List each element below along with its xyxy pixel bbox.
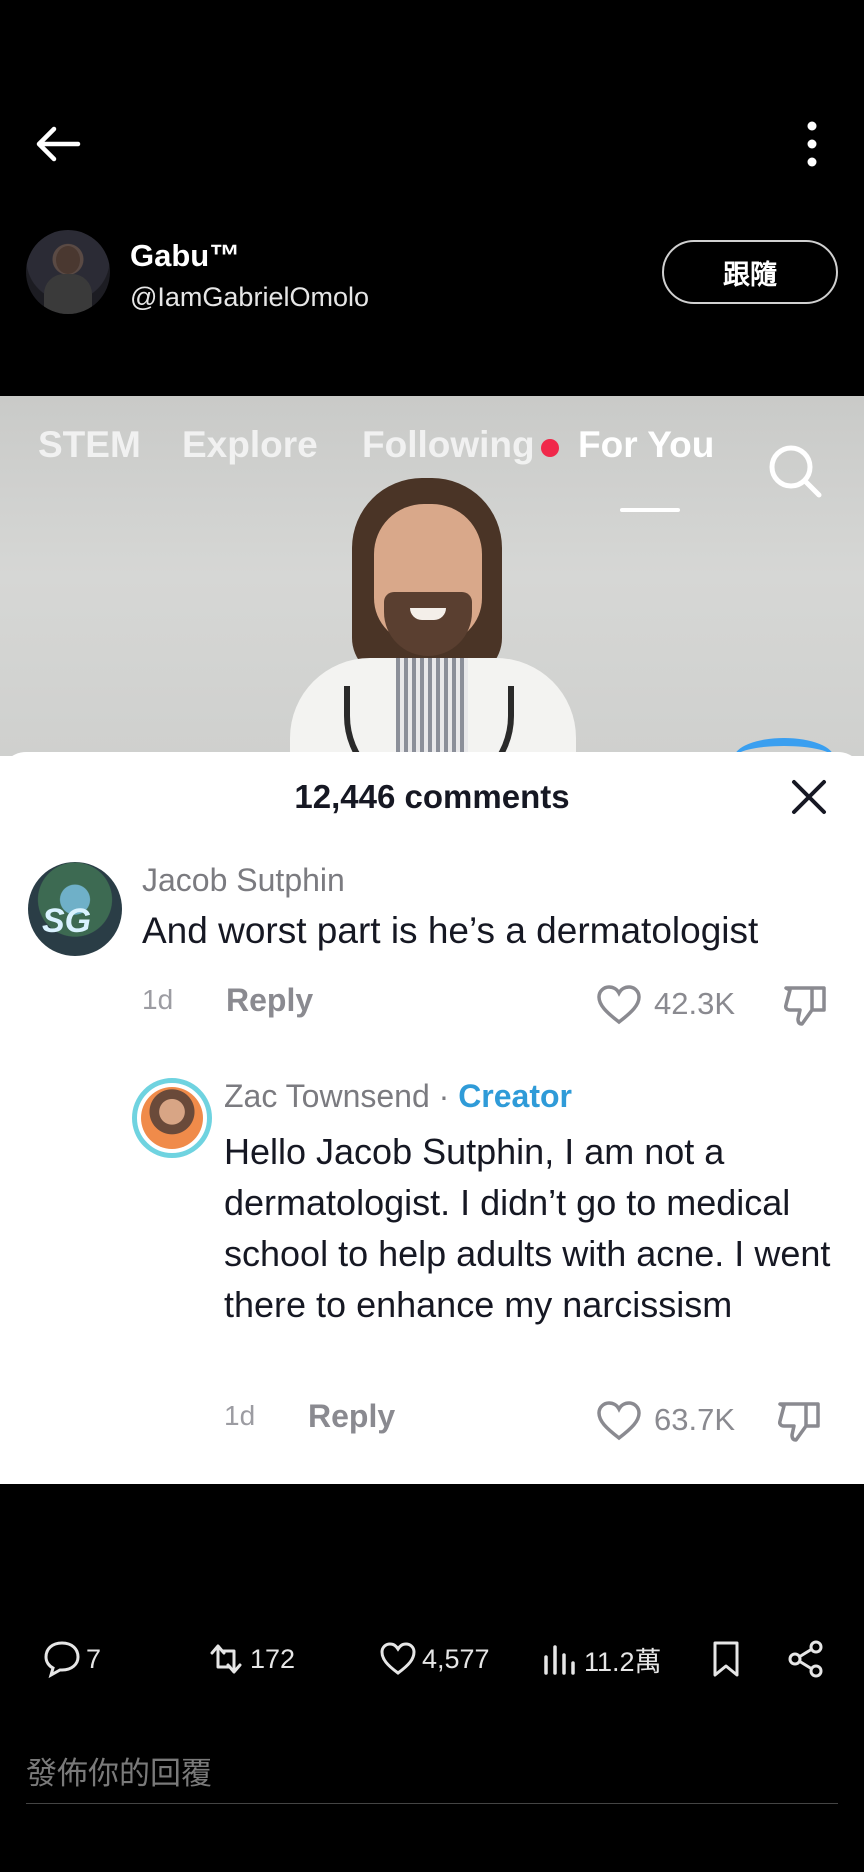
tab-explore: Explore xyxy=(182,424,318,465)
author-handle[interactable]: @IamGabrielOmolo xyxy=(130,282,369,313)
comment-reply-label: Reply xyxy=(226,982,314,1018)
post-action-bar: 7 172 4,577 11.2萬 xyxy=(0,1634,864,1684)
bookmark-icon xyxy=(713,1641,739,1677)
more-options-icon[interactable] xyxy=(800,120,824,168)
like-button[interactable]: 4,577 xyxy=(378,1634,490,1684)
post-author: Gabu™ @IamGabrielOmolo 跟隨 xyxy=(0,228,864,318)
comment-time: 1d xyxy=(224,1400,256,1431)
follow-button[interactable]: 跟隨 xyxy=(662,240,838,304)
share-button[interactable] xyxy=(786,1634,826,1684)
creator-badge: Creator xyxy=(458,1078,572,1114)
heart-icon xyxy=(380,1642,416,1675)
view-count: 11.2萬 xyxy=(584,1646,662,1677)
comments-count-title: 12,446 comments xyxy=(294,778,570,815)
reply-placeholder: 發佈你的回覆 xyxy=(26,1756,212,1791)
creator-avatar xyxy=(132,1078,212,1158)
tab-following: Following xyxy=(362,424,535,465)
active-tab-indicator xyxy=(620,508,680,512)
share-icon xyxy=(788,1640,823,1678)
comment-author: Zac Townsend xyxy=(224,1078,430,1114)
repost-count: 172 xyxy=(250,1643,296,1674)
comment-time: 1d xyxy=(142,984,174,1015)
video-frame: STEM Explore Following For You xyxy=(0,396,864,756)
heart-icon xyxy=(596,1400,642,1442)
comment-text: Hello Jacob Sutphin, I am not a dermatol… xyxy=(224,1131,831,1325)
reply-count: 7 xyxy=(86,1643,102,1674)
bookmark-button[interactable] xyxy=(706,1634,746,1684)
comment-text: And worst part is he’s a dermatologist xyxy=(142,910,759,951)
reply-input[interactable]: 發佈你的回覆 xyxy=(26,1740,838,1804)
video-feed-tabs: STEM Explore Following For You xyxy=(0,424,864,512)
tab-for-you: For You xyxy=(578,424,715,465)
author-name[interactable]: Gabu™ xyxy=(130,238,240,274)
dislike-icon xyxy=(776,1398,822,1444)
comment-like-count: 42.3K xyxy=(654,986,736,1021)
notification-dot xyxy=(541,439,559,457)
name-separator: · xyxy=(429,1078,459,1114)
comments-sheet: 12,446 comments SG Jacob Sutphin And wor… xyxy=(0,752,864,1484)
reply-button[interactable]: 7 xyxy=(42,1634,101,1684)
search-icon xyxy=(766,442,824,500)
like-count: 4,577 xyxy=(422,1643,490,1674)
post-media-image[interactable]: STEM Explore Following For You 12,446 co… xyxy=(0,396,864,1484)
comment-like-count: 63.7K xyxy=(654,1402,736,1437)
tab-stem: STEM xyxy=(38,424,141,465)
bar-chart-icon xyxy=(544,1645,575,1675)
views-button[interactable]: 11.2萬 xyxy=(540,1634,662,1684)
reply-author-row: Zac Townsend · Creator xyxy=(224,1078,572,1115)
repost-icon xyxy=(210,1644,242,1674)
commenter-avatar: SG xyxy=(28,862,122,956)
comment-bubble-icon xyxy=(44,1641,80,1679)
close-icon xyxy=(790,778,828,816)
heart-icon xyxy=(596,984,642,1026)
author-avatar[interactable] xyxy=(26,230,110,314)
comment-author: Jacob Sutphin xyxy=(142,862,345,898)
repost-button[interactable]: 172 xyxy=(206,1634,295,1684)
dislike-icon xyxy=(782,982,828,1028)
back-arrow-icon[interactable] xyxy=(34,124,82,164)
comment-reply-label: Reply xyxy=(308,1398,396,1434)
top-bar xyxy=(0,110,864,180)
